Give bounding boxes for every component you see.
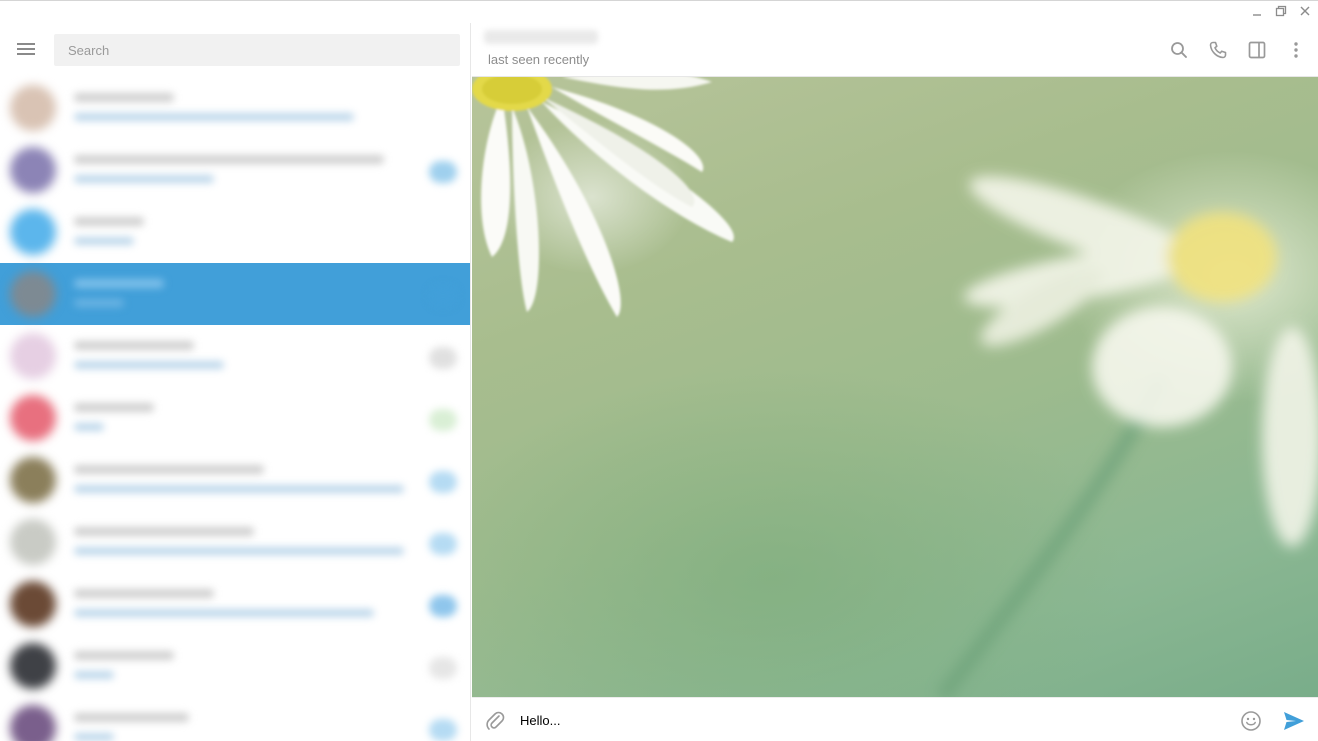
unread-badge [429,223,457,245]
telegram-window: last seen recently [0,0,1318,741]
chat-list-item[interactable] [0,511,470,573]
chat-list-item[interactable] [0,387,470,449]
unread-badge [429,285,457,307]
unread-badge [429,595,457,617]
unread-badge [429,99,457,121]
avatar [10,457,56,503]
chat-list-item[interactable] [0,449,470,511]
unread-badge [429,347,457,369]
avatar [10,333,56,379]
unread-badge [429,719,457,741]
restore-icon[interactable] [1274,4,1288,18]
avatar [10,643,56,689]
avatar [10,85,56,131]
unread-badge [429,533,457,555]
unread-badge [429,409,457,431]
chat-list-item-active[interactable] [0,263,470,325]
emoji-icon[interactable] [1240,710,1262,732]
avatar [10,705,56,741]
minimize-icon[interactable] [1250,4,1264,18]
chat-header: last seen recently [472,23,1318,77]
header-actions [1169,40,1306,60]
title-bar [0,1,1318,23]
unread-badge [429,471,457,493]
chat-list-item[interactable] [0,635,470,697]
avatar [10,147,56,193]
hamburger-menu-icon[interactable] [16,40,38,60]
chat-list-item[interactable] [0,201,470,263]
search-input[interactable] [54,34,460,66]
avatar [10,209,56,255]
send-icon[interactable] [1282,709,1306,733]
paperclip-icon[interactable] [484,710,506,732]
peer-status: last seen recently [488,52,590,67]
sidebar-toggle-icon[interactable] [1247,40,1267,60]
chat-list-item[interactable] [0,325,470,387]
unread-badge [429,657,457,679]
unread-badge [429,161,457,183]
chat-background-wallpaper [472,77,1318,697]
peer-name-redacted[interactable] [484,30,598,44]
avatar [10,519,56,565]
more-icon[interactable] [1286,40,1306,60]
chat-list-item[interactable] [0,697,470,741]
sidebar-header [0,23,470,77]
message-composer [472,697,1318,741]
message-input[interactable] [520,708,1220,732]
chat-list [0,77,470,741]
daisy-wallpaper-art [472,77,1318,697]
chat-list-item[interactable] [0,77,470,139]
avatar [10,395,56,441]
phone-icon[interactable] [1208,40,1228,60]
avatar [10,581,56,627]
avatar [10,271,56,317]
sidebar [0,23,471,741]
window-controls [1250,4,1312,18]
close-icon[interactable] [1298,4,1312,18]
search-icon[interactable] [1169,40,1189,60]
chat-list-item[interactable] [0,139,470,201]
chat-list-item[interactable] [0,573,470,635]
chat-panel: last seen recently [472,23,1318,741]
